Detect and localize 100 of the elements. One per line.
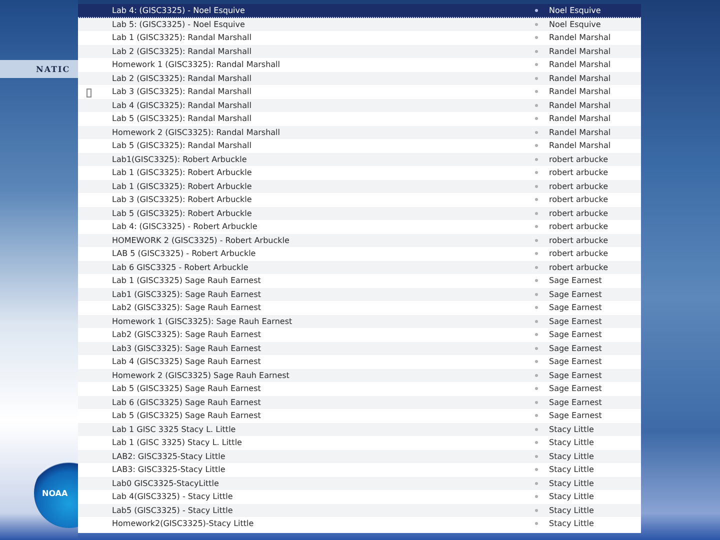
item-title: Lab0 GISC3325-StacyLittle — [112, 478, 220, 488]
bullet-icon — [534, 252, 538, 256]
list-row[interactable]: Lab 5 (GISC3325): Robert Arbuckle robert arbucke — [78, 206, 641, 220]
item-title: Lab 3 (GISC3325): Robert Arbuckle — [112, 195, 253, 204]
bullet-icon — [534, 171, 538, 174]
bullet-icon — [534, 184, 538, 188]
item-author: robert arbucke — [549, 182, 609, 191]
bullet-icon — [534, 360, 538, 364]
item-title: Lab 6 (GISC3325) Sage Rauh Earnest — [112, 398, 262, 407]
list-row[interactable]: Lab 6 GISC3325 - Robert Arbuckle robert arbucke — [78, 260, 641, 274]
item-title: LAB2: GISC3325-Stacy Little — [112, 452, 226, 461]
bullet-icon — [534, 522, 538, 526]
bullet-icon — [534, 225, 538, 228]
bullet-icon — [534, 238, 538, 242]
list-row[interactable]: Homework 1 (GISC3325): Sage Rauh Earnest Sage Earnest — [78, 314, 641, 328]
bullet-icon — [534, 50, 538, 53]
list-row[interactable]: Lab 6 (GISC3325) Sage Rauh Earnest Sage Earnest — [78, 396, 641, 409]
item-author: Randel Marshal — [549, 87, 612, 96]
list-row[interactable]: Homework 2 (GISC3325) Sage Rauh Earnest Sage Earnest — [78, 368, 641, 382]
list-row[interactable]: Lab 1 (GISC3325): Robert Arbuckle robert arbucke — [78, 180, 641, 193]
item-author: Sage Earnest — [549, 411, 603, 420]
bullet-icon — [534, 279, 538, 282]
bullet-icon — [534, 441, 538, 444]
bullet-icon — [534, 212, 538, 215]
item-author: Noel Esquive — [549, 6, 602, 15]
item-title: Lab 4 (GISC3325): Randal Marshall — [112, 100, 252, 110]
item-author: Sage Earnest — [549, 370, 603, 380]
item-author: robert arbucke — [549, 249, 609, 258]
item-author: Stacy Little — [549, 506, 595, 515]
bullet-icon — [534, 320, 538, 323]
item-title: Lab 1 (GISC 3325) Stacy L. Little — [112, 438, 243, 448]
bullet-icon — [534, 333, 538, 336]
item-author: robert arbucke — [549, 222, 609, 232]
item-author: Stacy Little — [549, 452, 595, 461]
bullet-icon — [534, 266, 538, 269]
item-author: Sage Earnest — [549, 357, 603, 366]
bullet-icon — [534, 144, 538, 148]
list-row[interactable]: Lab 1 GISC 3325 Stacy L. Little Stacy Little — [78, 422, 641, 436]
item-author: Randel Marshal — [549, 114, 612, 124]
item-title: Lab 2 (GISC3325): Randal Marshall — [112, 74, 252, 83]
bullet-icon — [534, 22, 538, 26]
list-row[interactable]: Lab0 GISC3325-StacyLittle Stacy Little — [78, 476, 641, 490]
item-title: Lab1(GISC3325): Robert Arbuckle — [112, 154, 248, 164]
list-row[interactable]: Lab 2 (GISC3325): Randal Marshall Randel Marshal — [78, 72, 641, 85]
item-author: Sage Earnest — [549, 384, 603, 394]
item-title: LAB3: GISC3325-Stacy Little — [112, 465, 226, 474]
list-row[interactable]: Lab5 (GISC3325) - Stacy Little Stacy Little — [78, 504, 641, 517]
list-row[interactable]: HOMEWORK 2 (GISC3325) - Robert Arbuckle robert arbucke — [78, 234, 641, 247]
bullet-icon — [534, 495, 538, 498]
item-author: robert arbucke — [549, 195, 609, 204]
list-row[interactable]: Lab 2 (GISC3325): Randal Marshall Randel Marshal — [78, 44, 641, 58]
item-title: Lab 2 (GISC3325): Randal Marshall — [112, 46, 252, 56]
bullet-icon — [534, 468, 538, 472]
item-author: Stacy Little — [549, 438, 595, 448]
list-row[interactable]: LAB2: GISC3325-Stacy Little Stacy Little — [78, 450, 641, 463]
item-title: Lab3 (GISC3325): Sage Rauh Earnest — [112, 344, 262, 353]
item-author: robert arbucke — [549, 208, 609, 218]
item-title: Lab5 (GISC3325) - Stacy Little — [112, 506, 234, 515]
list-row[interactable]: Homework 2 (GISC3325): Randal Marshall Randel Marshal — [78, 126, 641, 139]
item-author: Stacy Little — [549, 465, 595, 474]
item-author: Sage Earnest — [549, 398, 603, 407]
bullet-icon — [534, 63, 538, 66]
list-row[interactable]: Lab 4 (GISC3325): Randal Marshall Randel Marshal — [78, 98, 641, 112]
item-title: Lab 5 (GISC3325) Sage Rauh Earnest — [112, 411, 262, 420]
item-author: robert arbucke — [549, 168, 609, 178]
bullet-icon — [534, 36, 538, 40]
bullet-icon — [534, 104, 538, 107]
list-row[interactable]: Lab 5: (GISC3325) - Noel Esquive Noel Esquive — [78, 18, 641, 31]
list-row[interactable]: Lab 4: (GISC3325) - Noel Esquive Noel Esquive — [78, 4, 641, 18]
item-title: Lab 1 (GISC3325): Randal Marshall — [112, 33, 252, 42]
list-row[interactable]: Lab1 (GISC3325): Sage Rauh Earnest Sage Earnest — [78, 288, 641, 301]
bullet-icon — [534, 428, 538, 431]
bullet-icon — [534, 508, 538, 512]
list-row[interactable]: Lab1(GISC3325): Robert Arbuckle robert arbucke — [78, 152, 641, 166]
item-title: Lab 1 (GISC3325): Robert Arbuckle — [112, 168, 253, 178]
item-title: Lab 6 GISC3325 - Robert Arbuckle — [112, 262, 250, 272]
item-author: Sage Earnest — [549, 316, 603, 326]
bullet-icon — [534, 400, 538, 404]
item-title: Lab2 (GISC3325): Sage Rauh Earnest — [112, 330, 262, 340]
item-author: Sage Earnest — [549, 290, 603, 299]
item-author: Randel Marshal — [549, 46, 612, 56]
item-title: Lab 1 (GISC3325) Sage Rauh Earnest — [112, 276, 262, 286]
item-title: Homework 1 (GISC3325): Sage Rauh Earnest — [112, 316, 294, 326]
item-author: Randel Marshal — [549, 60, 612, 70]
item-author: Stacy Little — [549, 424, 595, 434]
item-title: HOMEWORK 2 (GISC3325) - Robert Arbuckle — [112, 236, 290, 245]
bullet-icon — [534, 158, 538, 161]
item-author: robert arbucke — [549, 262, 609, 272]
item-title: Lab 5 (GISC3325) Sage Rauh Earnest — [112, 384, 262, 394]
bullet-icon — [534, 482, 538, 485]
bullet-icon — [534, 306, 538, 310]
item-author: Sage Earnest — [549, 344, 603, 353]
bullet-icon — [534, 90, 538, 94]
bullet-icon — [534, 346, 538, 350]
list-row[interactable]: Lab3 (GISC3325): Sage Rauh Earnest Sage Earnest — [78, 342, 641, 355]
item-author: Sage Earnest — [549, 276, 603, 286]
item-author: Randel Marshal — [549, 141, 612, 150]
bullet-icon — [534, 454, 538, 458]
item-author: Stacy Little — [549, 492, 595, 502]
item-author: Sage Earnest — [549, 303, 603, 312]
